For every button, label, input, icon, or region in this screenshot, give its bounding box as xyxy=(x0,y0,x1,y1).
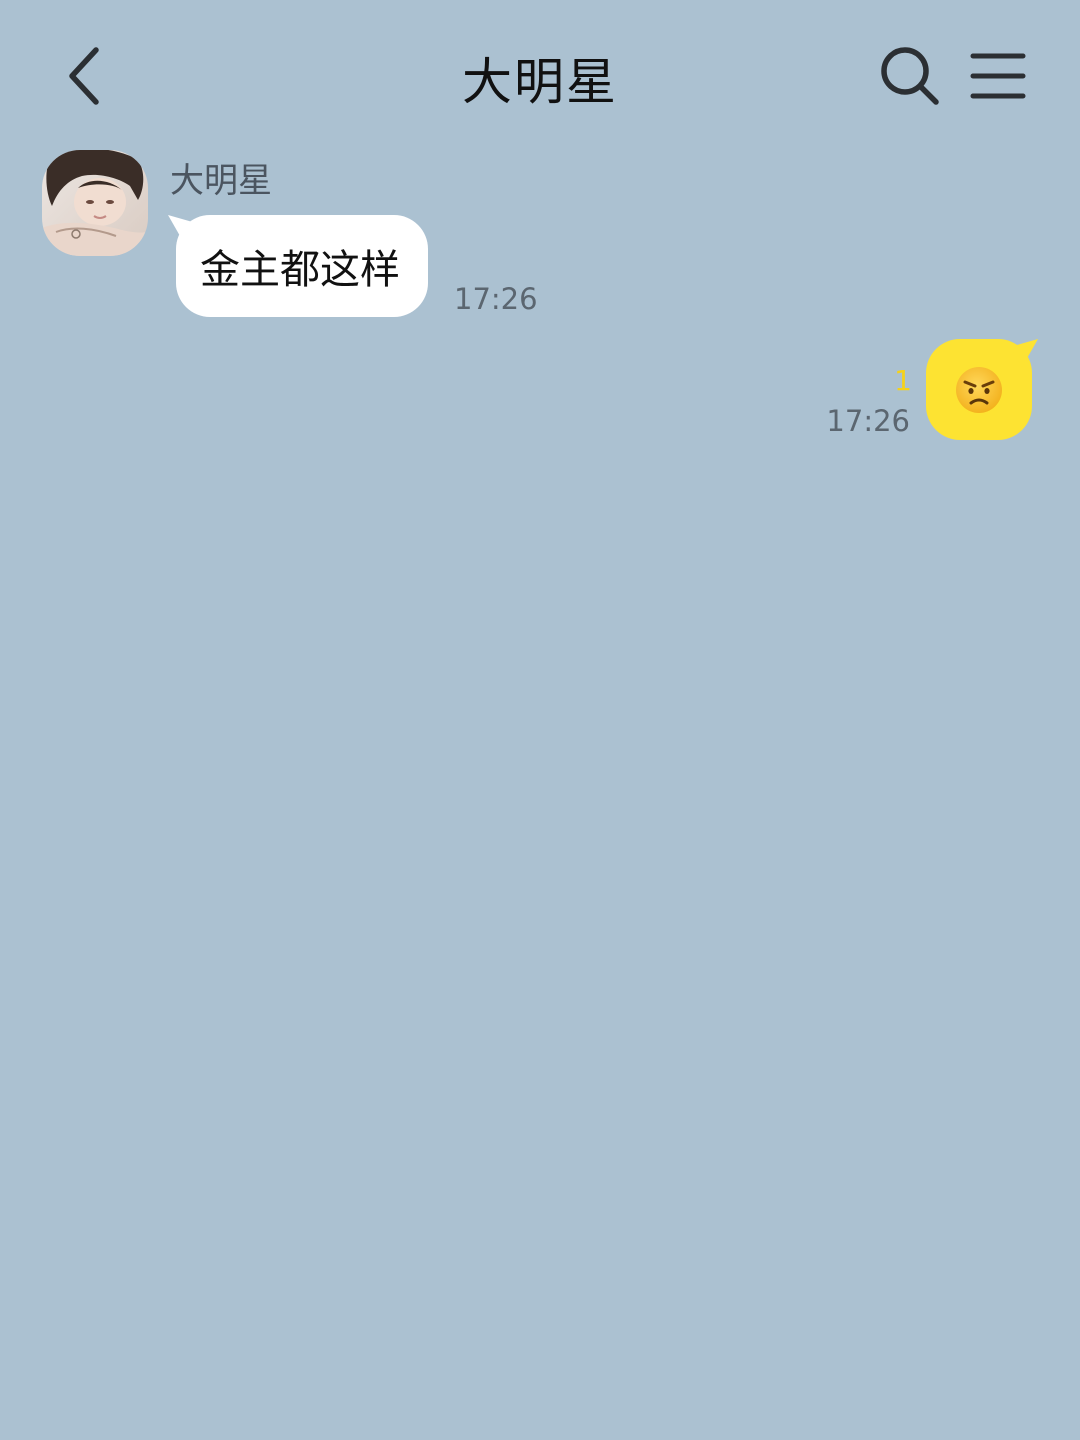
hamburger-menu-icon xyxy=(970,53,1026,99)
menu-button[interactable] xyxy=(962,40,1034,112)
message-timestamp: 17:26 xyxy=(826,404,910,438)
contact-avatar-photo xyxy=(42,150,148,256)
outgoing-message-bubble[interactable] xyxy=(926,339,1038,440)
unread-count: 1 xyxy=(894,364,912,397)
incoming-message-bubble[interactable]: 金主都这样 xyxy=(168,215,428,317)
message-timestamp: 17:26 xyxy=(454,282,538,316)
message-text: 金主都这样 xyxy=(200,247,400,293)
search-icon xyxy=(881,47,939,105)
chat-header: 大明星 xyxy=(0,0,1080,150)
search-button[interactable] xyxy=(874,40,946,112)
bubble-tail xyxy=(168,215,196,243)
angry-face-emoji xyxy=(956,366,1002,413)
sender-name: 大明星 xyxy=(170,161,272,201)
bubble-tail xyxy=(1010,339,1038,367)
contact-avatar[interactable] xyxy=(42,150,148,256)
